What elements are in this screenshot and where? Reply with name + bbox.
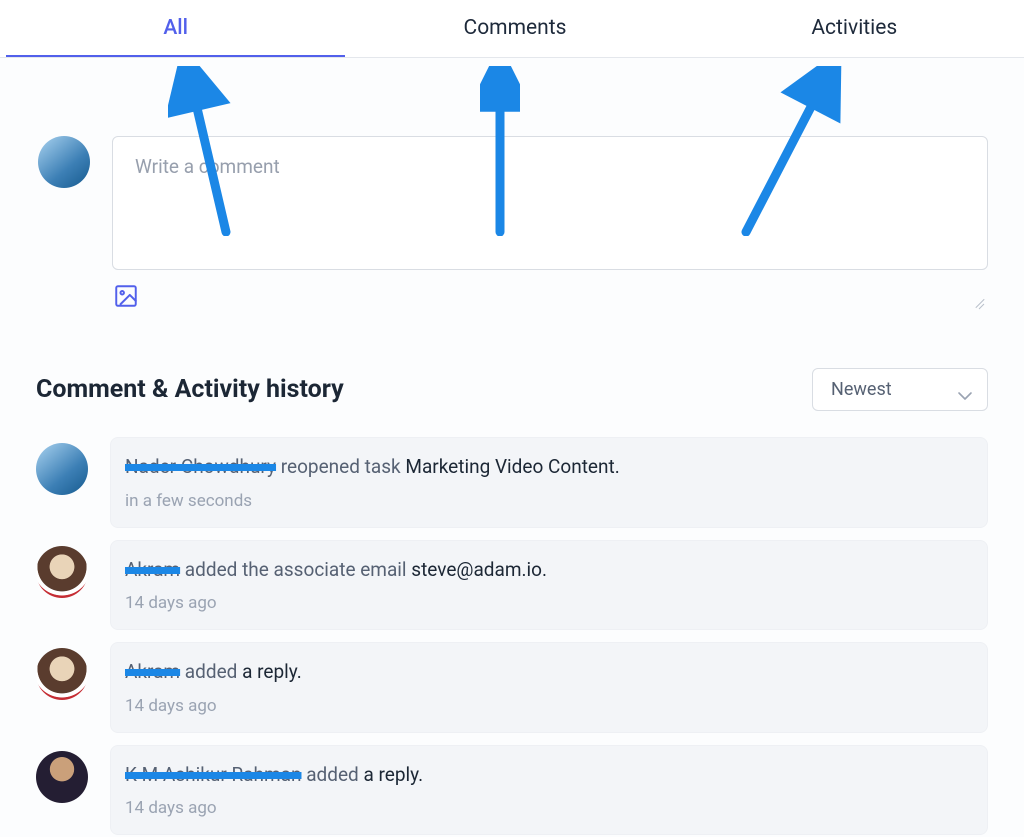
history-title: Comment & Activity history [36, 375, 344, 404]
avatar [36, 443, 88, 495]
activity-object: Marketing Video Content. [405, 455, 619, 478]
tab-all[interactable]: All [6, 0, 345, 57]
comment-box [112, 136, 988, 312]
chevron-down-icon [957, 385, 973, 395]
sort-dropdown[interactable]: Newest [812, 368, 988, 411]
sort-selected-label: Newest [831, 379, 892, 400]
activity-text: Nader Chowdhury reopened task Marketing … [125, 454, 967, 481]
activity-object: steve@adam.io. [411, 558, 547, 581]
activity-action: added [180, 660, 242, 683]
history-header: Comment & Activity history Newest [0, 312, 1024, 411]
activity-time: in a few seconds [125, 491, 967, 511]
activity-card: K M Ashikur Rahman added a reply. 14 day… [110, 745, 988, 836]
activity-actor: Nader Chowdhury [125, 455, 276, 478]
activity-action: added [301, 763, 363, 786]
tab-activities[interactable]: Activities [685, 0, 1024, 57]
activity-item: Nader Chowdhury reopened task Marketing … [36, 437, 988, 528]
image-icon [113, 283, 139, 313]
activity-object: a reply. [242, 660, 302, 683]
activity-item: Akram added a reply. 14 days ago [36, 642, 988, 733]
activity-time: 14 days ago [125, 696, 967, 716]
activity-card: Akram added the associate email steve@ad… [110, 540, 988, 631]
activity-time: 14 days ago [125, 593, 967, 613]
activity-card: Nader Chowdhury reopened task Marketing … [110, 437, 988, 528]
textarea-resize-handle [970, 294, 984, 308]
activity-actor: K M Ashikur Rahman [125, 763, 301, 786]
activity-actor: Akram [125, 660, 180, 683]
activity-card: Akram added a reply. 14 days ago [110, 642, 988, 733]
avatar [36, 751, 88, 803]
attach-image-button[interactable] [112, 284, 140, 312]
activity-actor: Akram [125, 558, 180, 581]
activity-object: a reply. [363, 763, 423, 786]
tab-comments[interactable]: Comments [345, 0, 684, 57]
activity-action: reopened task [276, 455, 405, 478]
activity-item: K M Ashikur Rahman added a reply. 14 day… [36, 745, 988, 836]
comment-input[interactable] [112, 136, 988, 270]
activity-text: Akram added the associate email steve@ad… [125, 557, 967, 584]
activity-text: Akram added a reply. [125, 659, 967, 686]
avatar [36, 648, 88, 700]
activity-feed: Nader Chowdhury reopened task Marketing … [0, 411, 1024, 835]
activity-time: 14 days ago [125, 798, 967, 818]
activity-action: added the associate email [180, 558, 411, 581]
current-user-avatar [38, 136, 90, 188]
activity-item: Akram added the associate email steve@ad… [36, 540, 988, 631]
avatar [36, 546, 88, 598]
comment-composer [0, 58, 1024, 312]
tabs-bar: All Comments Activities [0, 0, 1024, 58]
activity-text: K M Ashikur Rahman added a reply. [125, 762, 967, 789]
